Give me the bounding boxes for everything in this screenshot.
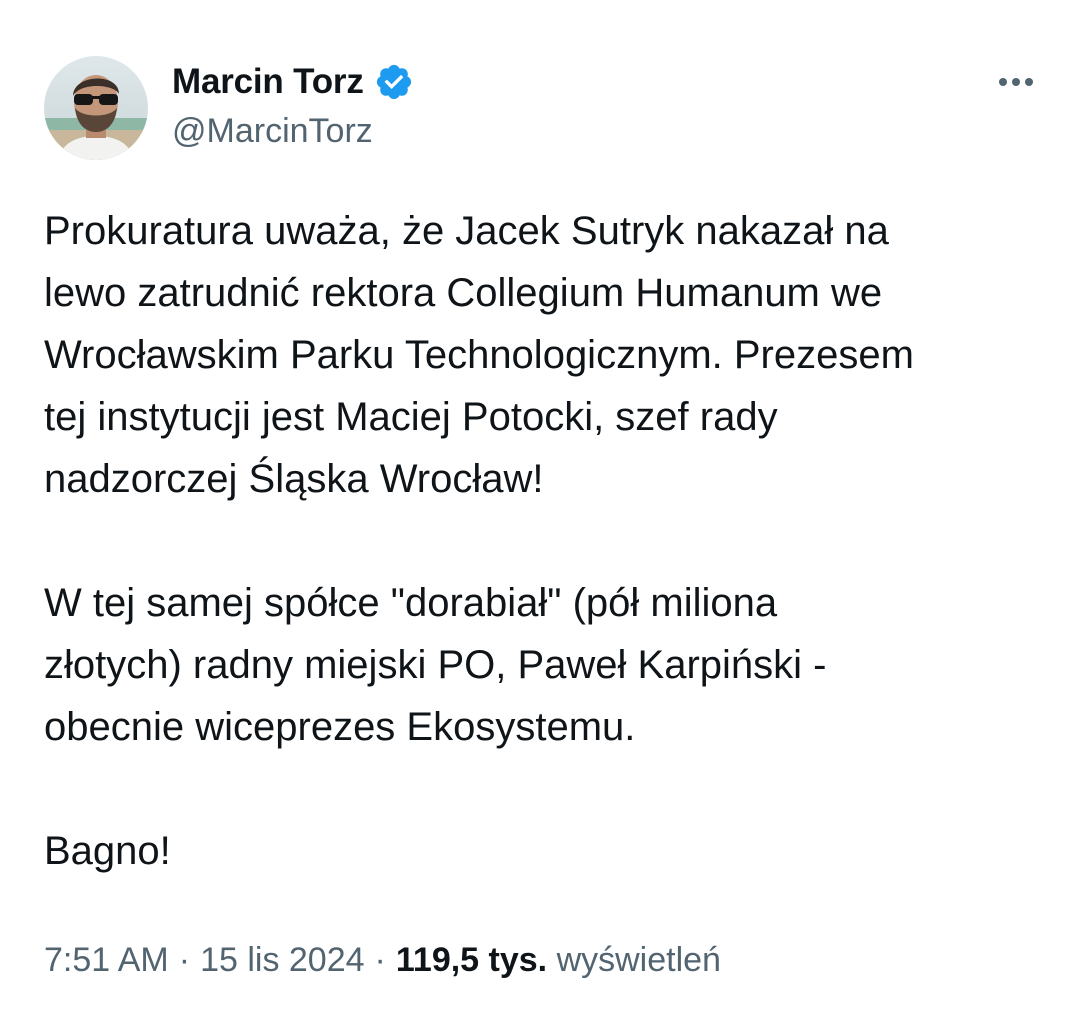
more-dot [1012, 78, 1020, 86]
author-name-row: Marcin Torz [172, 60, 414, 104]
meta-separator: · [178, 941, 191, 979]
profile-photo-icon [44, 56, 148, 160]
author-handle[interactable]: @MarcinTorz [172, 112, 373, 151]
tweet-meta: 7:51 AM · 15 lis 2024 · 119,5 tys. wyświetle… [44, 936, 721, 984]
tweet-date[interactable]: 15 lis 2024 [200, 941, 364, 979]
verified-badge-icon[interactable] [374, 62, 414, 102]
more-dot [1025, 78, 1033, 86]
tweet: Marcin Torz @MarcinTorz Prokuratura uważ… [0, 0, 1080, 1022]
more-dot [999, 78, 1007, 86]
views-label: wyświetleń [556, 941, 721, 979]
author-avatar[interactable] [44, 56, 148, 160]
tweet-paragraph: Prokuratura uważa, że Jacek Sutryk nakaz… [44, 209, 914, 501]
tweet-time[interactable]: 7:51 AM [44, 941, 169, 979]
meta-separator: · [374, 941, 386, 979]
more-options-icon[interactable] [986, 64, 1046, 100]
author-display-name[interactable]: Marcin Torz [172, 62, 364, 102]
views-count: 119,5 tys. [395, 941, 548, 979]
tweet-paragraph: W tej samej spółce "dorabiał" (pół milio… [44, 581, 827, 749]
tweet-text: Prokuratura uważa, że Jacek Sutryk nakaz… [44, 200, 1044, 882]
tweet-paragraph: Bagno! [44, 829, 171, 873]
